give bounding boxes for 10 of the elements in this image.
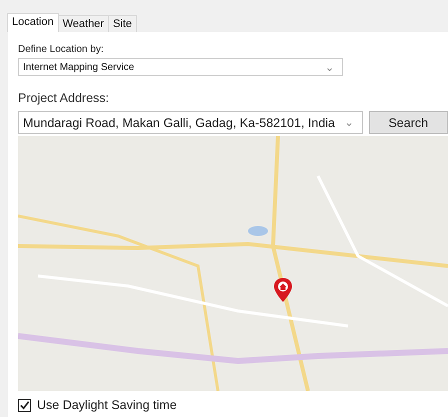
field-label: Project Address:: [18, 91, 110, 105]
tab[interactable]: Location: [7, 13, 59, 32]
map-pin-icon: [273, 277, 293, 303]
address-combobox[interactable]: Mundaragi Road, Makan Galli, Gadag, Ka-582101, India ⌄: [18, 111, 363, 134]
checkbox-label: Use Daylight Saving time: [37, 398, 177, 412]
field-label: Define Location by:: [18, 44, 105, 55]
tab[interactable]: Site: [108, 15, 137, 32]
location-method-dropdown[interactable]: Internet Mapping Service ⌄: [18, 58, 343, 76]
search-button[interactable]: Search: [368, 111, 448, 134]
checkbox[interactable]: [18, 398, 31, 412]
